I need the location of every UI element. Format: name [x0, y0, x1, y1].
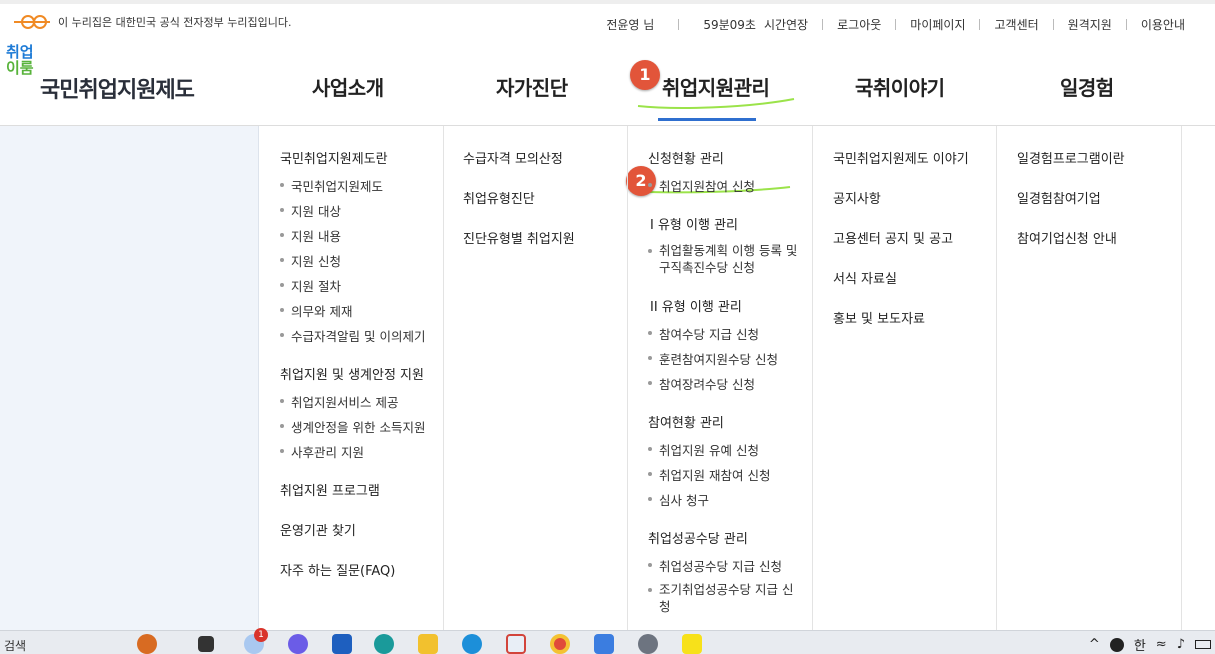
user-name: 전윤영 님 [606, 18, 655, 32]
notepad-icon[interactable] [594, 634, 614, 654]
menu-link[interactable]: 서식 자료실 [833, 268, 897, 287]
wifi-icon[interactable]: ≈ [1156, 637, 1167, 652]
menu-sublink[interactable]: 취업지원서비스 제공 [280, 392, 398, 411]
menu-link[interactable]: 일경험참여기업 [1017, 188, 1101, 207]
edge-icon[interactable] [462, 634, 482, 654]
menu-link[interactable]: 고용센터 공지 및 공고 [833, 228, 953, 247]
chrome-icon[interactable] [550, 634, 570, 654]
menu-sublink[interactable]: 사후관리 지원 [280, 442, 364, 461]
os-taskbar: 검색 1 ^ 한 ≈ ♪ [0, 628, 1215, 654]
divider [678, 19, 680, 30]
chevron-up-icon[interactable]: ^ [1089, 637, 1100, 652]
highlight-underline [637, 98, 795, 109]
close-circle-icon[interactable] [1109, 637, 1124, 652]
menu-link[interactable]: 홍보 및 보도자료 [833, 308, 925, 327]
nav-stories[interactable]: 국취이야기 [855, 72, 945, 101]
nav-self-diagnosis[interactable]: 자가진단 [496, 72, 568, 101]
ime-indicator[interactable]: 한 [1134, 635, 1146, 654]
weather-icon[interactable] [137, 634, 157, 654]
nav-about[interactable]: 사업소개 [312, 72, 384, 101]
notification-badge: 1 [254, 628, 268, 642]
battery-icon[interactable] [1195, 640, 1211, 649]
step-badge-1: 1 [630, 60, 660, 90]
menu-link[interactable]: I 유형 이행 관리 [650, 214, 738, 233]
menu-sublink[interactable]: 심사 청구 [648, 490, 709, 509]
menu-sublink[interactable]: 취업성공수당 지급 신청 [648, 556, 782, 575]
menu-sublink[interactable]: 조기취업성공수당 지급 신청 [648, 581, 798, 615]
divider [1052, 19, 1054, 30]
divider [895, 19, 897, 30]
divider [822, 19, 824, 30]
remote-support-link[interactable]: 원격지원 [1068, 16, 1112, 33]
copilot-icon[interactable] [374, 634, 394, 654]
utility-links: 전윤영 님 59분09초 시간연장 로그아웃 마이페이지 고객센터 원격지원 이… [606, 16, 1185, 33]
menu-link[interactable]: 취업지원 및 생계안정 지원 [280, 364, 424, 383]
menu-sublink[interactable]: 지원 신청 [280, 251, 341, 270]
menu-link[interactable]: 취업유형진단 [463, 188, 535, 207]
menu-sublink[interactable]: 취업활동계획 이행 등록 및 구직촉진수당 신청 [648, 242, 798, 276]
egov-logo-icon [14, 15, 50, 29]
menu-sublink[interactable]: 지원 대상 [280, 201, 341, 220]
menu-column-about: 국민취업지원제도란 국민취업지원제도 지원 대상 지원 내용 지원 신청 지원 … [260, 126, 444, 631]
system-tray: ^ 한 ≈ ♪ [1089, 635, 1211, 654]
store-icon[interactable] [332, 634, 352, 654]
menu-link[interactable]: 수급자격 모의산정 [463, 148, 563, 167]
settings-icon[interactable] [638, 634, 658, 654]
menu-sublink[interactable]: 의무와 제재 [280, 301, 352, 320]
folder-icon[interactable] [418, 634, 438, 654]
menu-link[interactable]: 국민취업지원제도란 [280, 148, 388, 167]
main-nav: 사업소개 자가진단 취업지원관리 국취이야기 일경험 [0, 72, 1215, 104]
divider [979, 19, 981, 30]
menu-sublink[interactable]: 훈련참여지원수당 신청 [648, 349, 778, 368]
extend-session-link[interactable]: 시간연장 [764, 16, 808, 33]
nav-work-experience[interactable]: 일경험 [1060, 72, 1114, 101]
snip-icon[interactable] [506, 634, 526, 654]
customer-center-link[interactable]: 고객센터 [994, 16, 1038, 33]
session-timer: 59분09초 [703, 18, 756, 32]
menu-side-panel [0, 126, 259, 631]
menu-column-work-experience: 일경험프로그램이란 일경험참여기업 참여기업신청 안내 [997, 126, 1182, 631]
divider [1125, 19, 1127, 30]
logout-link[interactable]: 로그아웃 [837, 16, 881, 33]
menu-link[interactable]: 신청현황 관리 [648, 148, 724, 167]
menu-sublink[interactable]: 지원 절차 [280, 276, 341, 295]
menu-sublink[interactable]: 생계안정을 위한 소득지원 [280, 417, 425, 436]
menu-sublink-participation-apply[interactable]: 취업지원참여 신청 [648, 176, 755, 195]
menu-link[interactable]: II 유형 이행 관리 [650, 296, 742, 315]
menu-sublink[interactable]: 수급자격알림 및 이의제기 [280, 326, 425, 345]
menu-link[interactable]: 국민취업지원제도 이야기 [833, 148, 969, 167]
utility-bar: 이 누리집은 대한민국 공식 전자정부 누리집입니다. 전윤영 님 59분09초… [0, 0, 1215, 40]
menu-link[interactable]: 운영기관 찾기 [280, 520, 356, 539]
usage-guide-link[interactable]: 이용안내 [1141, 16, 1185, 33]
menu-link[interactable]: 진단유형별 취업지원 [463, 228, 575, 247]
menu-sublink[interactable]: 취업지원 유예 신청 [648, 440, 759, 459]
menu-link[interactable]: 자주 하는 질문(FAQ) [280, 560, 395, 579]
menu-link[interactable]: 취업성공수당 관리 [648, 528, 748, 547]
menu-link[interactable]: 공지사항 [833, 188, 881, 207]
nav-active-indicator [658, 118, 756, 121]
volume-icon[interactable]: ♪ [1177, 637, 1185, 652]
menu-link[interactable]: 일경험프로그램이란 [1017, 148, 1125, 167]
chat-icon[interactable] [288, 634, 308, 654]
menu-link[interactable]: 취업지원 프로그램 [280, 480, 380, 499]
menu-column-self-diagnosis: 수급자격 모의산정 취업유형진단 진단유형별 취업지원 [444, 126, 628, 631]
menu-sublink[interactable]: 취업지원 재참여 신청 [648, 465, 770, 484]
taskbar-search[interactable]: 검색 [4, 637, 26, 654]
mega-menu: 국민취업지원제도란 국민취업지원제도 지원 대상 지원 내용 지원 신청 지원 … [0, 125, 1215, 631]
menu-link[interactable]: 참여기업신청 안내 [1017, 228, 1117, 247]
menu-sublink[interactable]: 참여장려수당 신청 [648, 374, 755, 393]
menu-sublink[interactable]: 국민취업지원제도 [280, 176, 383, 195]
menu-sublink[interactable]: 참여수당 지급 신청 [648, 324, 759, 343]
menu-column-employment-support: 신청현황 관리 취업지원참여 신청 I 유형 이행 관리 취업활동계획 이행 등… [628, 126, 813, 631]
menu-link[interactable]: 참여현황 관리 [648, 412, 724, 431]
mypage-link[interactable]: 마이페이지 [910, 16, 965, 33]
menu-sublink[interactable]: 지원 내용 [280, 226, 341, 245]
task-view-icon[interactable] [198, 636, 214, 652]
gov-notice: 이 누리집은 대한민국 공식 전자정부 누리집입니다. [12, 14, 292, 30]
menu-column-stories: 국민취업지원제도 이야기 공지사항 고용센터 공지 및 공고 서식 자료실 홍보… [813, 126, 997, 631]
kakaotalk-icon[interactable] [682, 634, 702, 654]
